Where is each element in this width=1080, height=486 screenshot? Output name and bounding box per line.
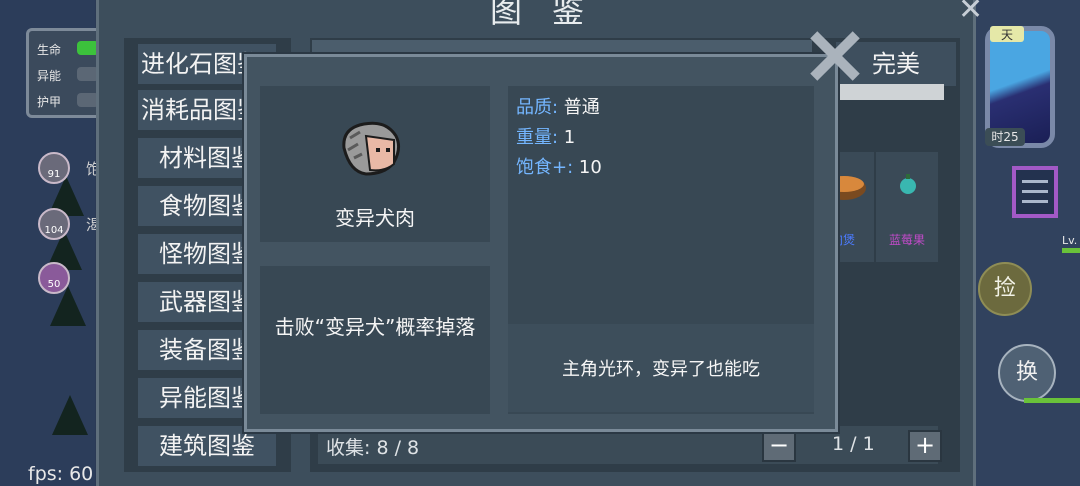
level-label: Lv. <box>1062 234 1078 247</box>
clock-time-label: 时25 <box>985 128 1025 146</box>
heart-value: 50 <box>47 279 61 290</box>
status-label-energy: 异能 <box>37 69 62 83</box>
map-line <box>1022 180 1048 183</box>
hunger-value: 91 <box>47 169 61 180</box>
hunger-buff-icon: 91 <box>38 152 70 184</box>
map-line <box>1022 190 1048 193</box>
codex-title: 图鉴 <box>490 0 615 30</box>
stat-quality: 品质: 普通 <box>516 97 600 118</box>
heart-buff-icon: 50 <box>38 262 70 294</box>
dog-meat-icon <box>342 121 401 176</box>
codex-close-icon[interactable]: ✕ <box>958 0 994 27</box>
experience-bar <box>1024 398 1080 403</box>
stat-key: 重量 <box>516 127 552 148</box>
map-line <box>1022 200 1048 203</box>
clock-day-label: 天 <box>990 26 1024 42</box>
stat-key: 品质 <box>516 97 552 118</box>
status-label-armor: 护甲 <box>37 95 62 109</box>
grid-item-blueberry[interactable]: 蓝莓果 <box>876 152 938 262</box>
dialog-close-icon[interactable] <box>808 30 860 82</box>
stat-satiety: 饱食+: 10 <box>516 157 602 178</box>
page-next-button[interactable]: + <box>908 430 942 462</box>
swap-button[interactable]: 换 <box>998 344 1056 402</box>
status-panel: 生命 异能 护甲 <box>26 28 106 118</box>
item-source-text: 击败“变异犬”概率掉落 <box>274 315 476 339</box>
page-indicator: 1 / 1 <box>832 433 875 455</box>
stat-value: 1 <box>563 127 576 148</box>
item-source-box <box>260 266 490 414</box>
thirst-buff-icon: 104 <box>38 208 70 240</box>
fps-counter: fps: 60 <box>28 463 94 485</box>
collection-progress-fill <box>836 84 944 100</box>
stat-weight: 重量: 1 <box>516 127 576 148</box>
tree <box>52 395 88 435</box>
grid-item-label: 蓝莓果 <box>888 233 925 247</box>
category-building[interactable]: 建筑图鉴 <box>138 426 276 466</box>
map-button[interactable] <box>1012 166 1058 218</box>
level-bar <box>1062 248 1080 253</box>
stat-value: 普通 <box>563 97 600 118</box>
blueberry-icon <box>900 174 916 194</box>
stat-value: 10 <box>578 157 602 178</box>
page-prev-button[interactable]: − <box>762 430 796 462</box>
pick-up-button[interactable]: 捡 <box>978 262 1032 316</box>
thirst-value: 104 <box>44 225 64 236</box>
collection-count: 收集: 8 / 8 <box>326 437 420 459</box>
item-name: 变异犬肉 <box>335 206 415 230</box>
item-description: 主角光环，变异了也能吃 <box>562 359 760 380</box>
stat-key: 饱食+ <box>516 157 568 178</box>
status-label-health: 生命 <box>37 43 62 57</box>
